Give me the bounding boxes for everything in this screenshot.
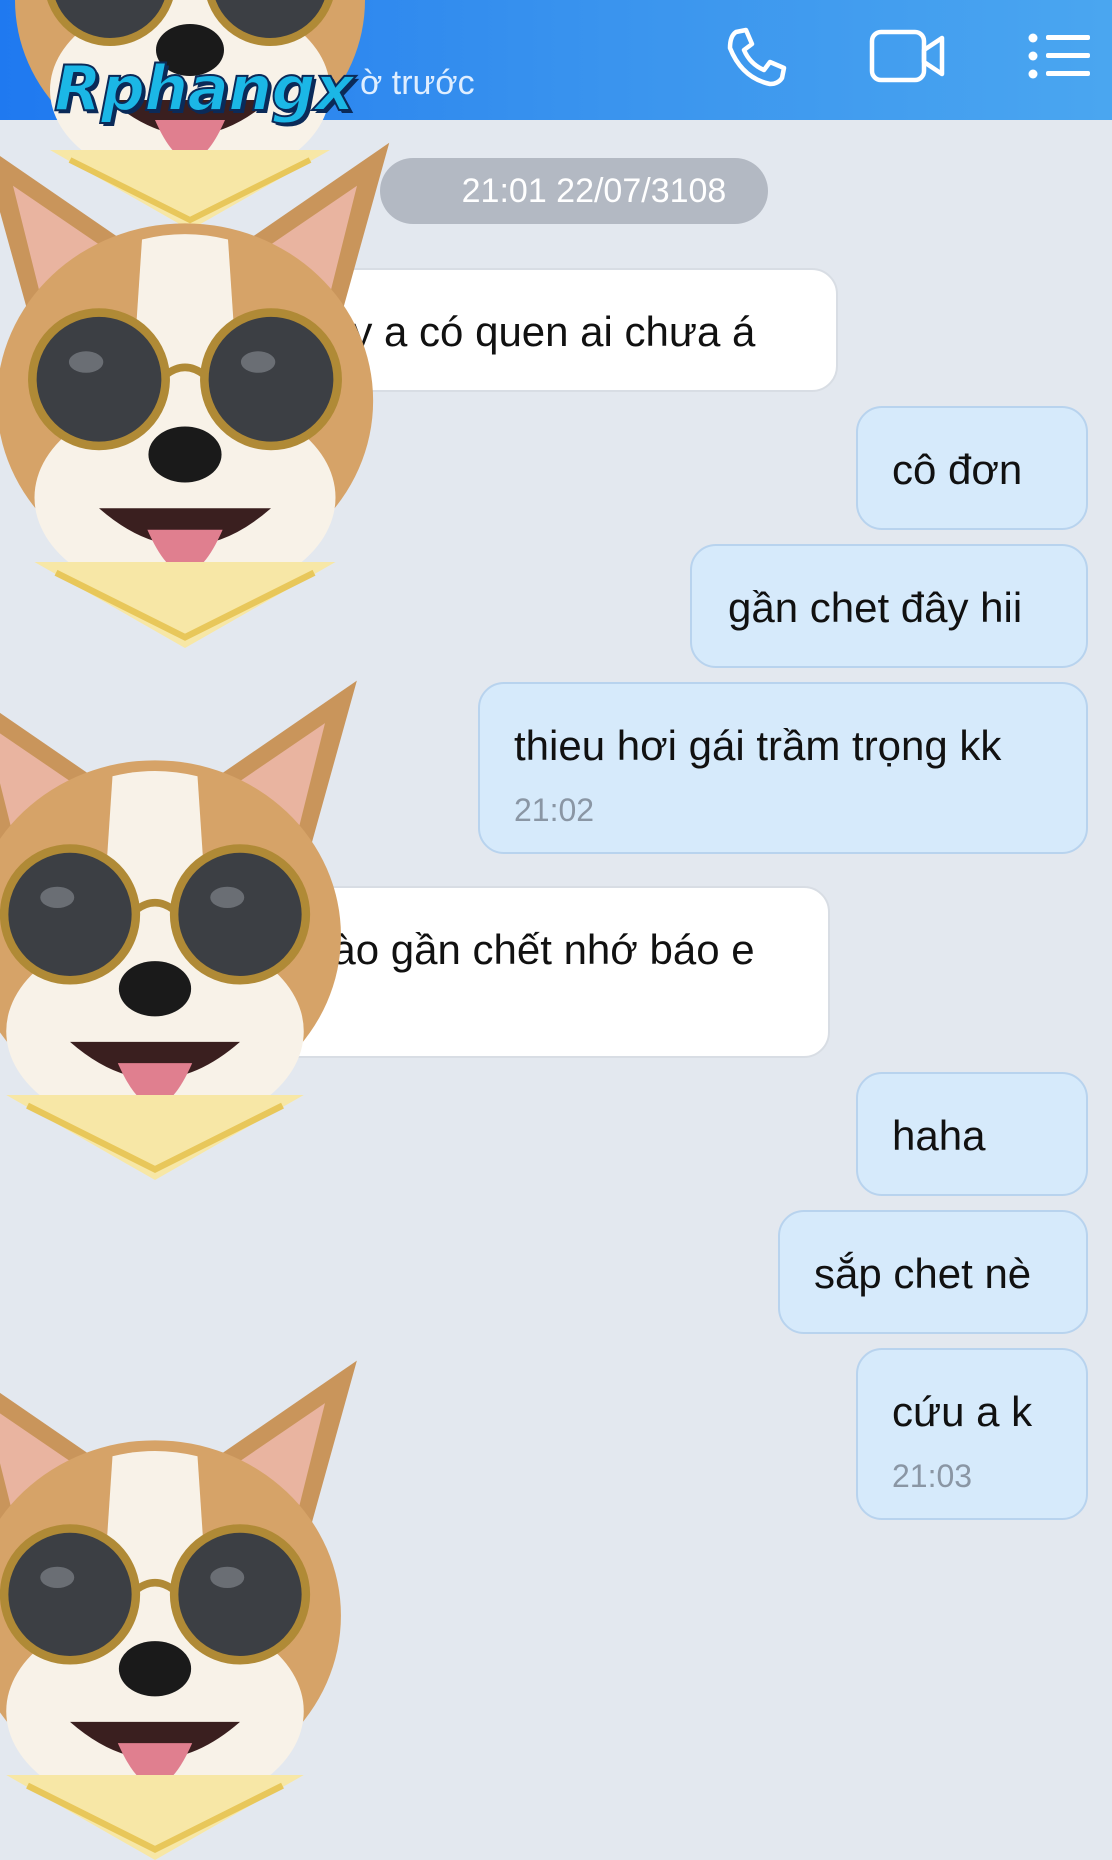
message-bubble-outgoing[interactable]: haha (856, 1072, 1088, 1196)
message-bubble-outgoing[interactable]: sắp chet nè (778, 1210, 1088, 1334)
dog-sticker-image (0, 130, 400, 650)
message-text: cô đơn (892, 446, 1023, 493)
message-text: cứu a k (892, 1388, 1033, 1435)
message-text: sắp chet nè (814, 1250, 1032, 1297)
watermark-logo: Rphangx (53, 51, 356, 126)
message-bubble-outgoing[interactable]: thieu hơi gái trầm trọng kk 21:02 (478, 682, 1088, 854)
phone-icon[interactable] (722, 26, 792, 88)
video-call-icon[interactable] (868, 26, 948, 86)
dog-sticker-image (0, 670, 370, 1180)
message-text: gần chet đây hii (728, 584, 1023, 631)
message-text: haha (892, 1112, 986, 1159)
message-bubble-outgoing[interactable]: cứu a k 21:03 (856, 1348, 1088, 1520)
message-text: thieu hơi gái trầm trọng kk (514, 722, 1002, 769)
message-time: 21:03 (892, 1458, 973, 1494)
date-separator: 21:01 22/07/3108 (380, 158, 768, 224)
message-bubble-outgoing[interactable]: cô đơn (856, 406, 1088, 530)
dog-sticker-image (0, 1350, 370, 1860)
menu-list-icon[interactable] (1026, 30, 1092, 82)
message-bubble-outgoing[interactable]: gần chet đây hii (690, 544, 1088, 668)
message-time: 21:02 (514, 792, 595, 828)
